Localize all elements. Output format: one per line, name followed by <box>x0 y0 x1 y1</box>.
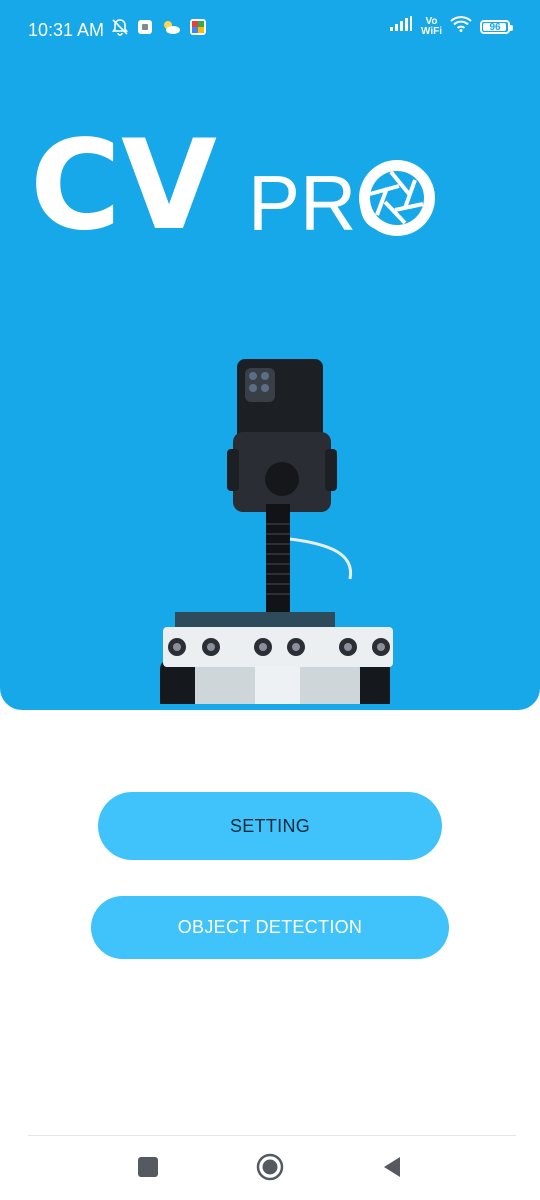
camera-shutter-icon <box>359 160 435 236</box>
vowifi-label: Vo WiFi <box>420 15 442 37</box>
recents-square-icon[interactable] <box>133 1152 163 1182</box>
bell-off-icon <box>111 18 129 41</box>
status-time: 10:31 AM <box>28 20 105 40</box>
logo-main-text: CV <box>30 118 217 248</box>
setting-button[interactable]: SETTING <box>98 792 442 860</box>
notification-icons <box>111 18 207 41</box>
back-triangle-icon[interactable] <box>377 1152 407 1182</box>
battery-icon: 96 <box>480 19 513 34</box>
status-bar: 10:31 AM Vo WiFi 96 <box>0 0 540 46</box>
system-icons: Vo WiFi 96 <box>389 15 513 37</box>
wifi-icon <box>450 16 472 37</box>
weather-icon <box>161 19 181 40</box>
navigation-bar <box>0 1136 540 1200</box>
cv-pro-logo: CV PRO <box>30 118 435 248</box>
home-circle-icon[interactable] <box>255 1152 285 1182</box>
notification-app-icon <box>137 19 153 40</box>
photos-app-icon <box>189 18 207 41</box>
battery-level: 96 <box>489 21 501 33</box>
object-detection-button[interactable]: OBJECT DETECTION <box>91 896 449 959</box>
hero-banner: CV PRO <box>0 46 540 710</box>
signal-icon <box>389 16 413 37</box>
robot-car-image <box>160 359 393 704</box>
